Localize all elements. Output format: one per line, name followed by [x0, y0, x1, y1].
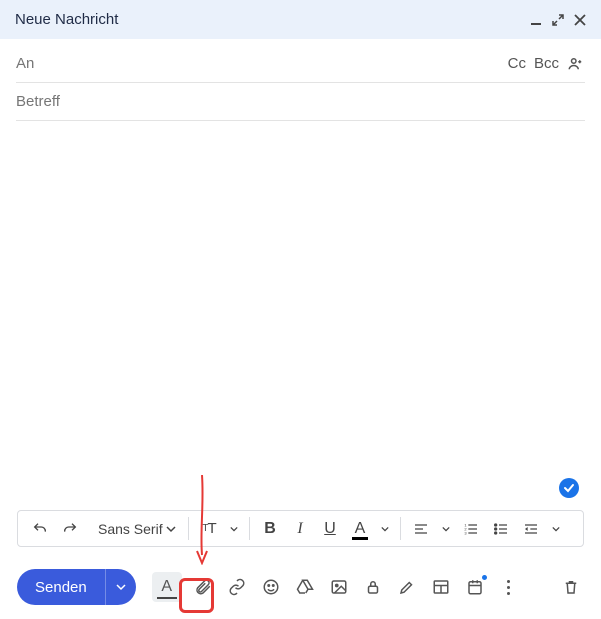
window-title: Neue Nachricht: [15, 11, 530, 28]
undo-button[interactable]: [26, 514, 54, 544]
close-icon[interactable]: [574, 14, 586, 26]
align-dropdown[interactable]: [437, 514, 455, 544]
bottom-action-bar: Senden A: [17, 567, 584, 607]
list-dropdown[interactable]: [547, 514, 565, 544]
header-fields: An Cc Bcc Betreff: [0, 39, 601, 121]
cc-toggle[interactable]: Cc: [508, 55, 526, 72]
discard-draft-icon[interactable]: [558, 574, 584, 600]
italic-button[interactable]: I: [286, 514, 314, 544]
compose-icon-row: A: [152, 572, 522, 602]
bullet-list-button[interactable]: [487, 514, 515, 544]
send-options-dropdown[interactable]: [106, 569, 136, 605]
confidential-mode-icon[interactable]: [360, 574, 386, 600]
status-check-icon[interactable]: [559, 478, 579, 498]
minimize-icon[interactable]: [530, 14, 542, 26]
insert-image-icon[interactable]: [326, 574, 352, 600]
subject-placeholder: Betreff: [16, 93, 585, 110]
formatting-toolbar: Sans Serif TT B I U A 123: [17, 510, 584, 547]
window-controls: [530, 14, 586, 26]
font-family-picker[interactable]: Sans Serif: [92, 514, 182, 544]
message-body[interactable]: [0, 121, 601, 469]
formatting-toggle-icon[interactable]: A: [152, 572, 182, 602]
insert-signature-icon[interactable]: [394, 574, 420, 600]
schedule-icon[interactable]: [462, 574, 488, 600]
expand-icon[interactable]: [552, 14, 564, 26]
insert-link-icon[interactable]: [224, 574, 250, 600]
insert-drive-icon[interactable]: [292, 574, 318, 600]
layout-icon[interactable]: [428, 574, 454, 600]
attach-file-icon[interactable]: [190, 574, 216, 600]
text-color-button[interactable]: A: [346, 514, 374, 544]
underline-button[interactable]: U: [316, 514, 344, 544]
redo-button[interactable]: [56, 514, 84, 544]
subject-field-row[interactable]: Betreff: [16, 83, 585, 121]
font-family-label: Sans Serif: [98, 521, 163, 537]
align-button[interactable]: [407, 514, 435, 544]
contacts-icon[interactable]: [567, 55, 585, 73]
font-size-button[interactable]: TT: [195, 514, 223, 544]
bcc-toggle[interactable]: Bcc: [534, 55, 559, 72]
ordered-list-button[interactable]: 123: [457, 514, 485, 544]
send-button[interactable]: Senden: [17, 569, 106, 605]
more-options-icon[interactable]: [496, 574, 522, 600]
send-split-button: Senden: [17, 569, 136, 605]
bold-button[interactable]: B: [256, 514, 284, 544]
indent-decrease-button[interactable]: [517, 514, 545, 544]
to-label: An: [16, 55, 508, 72]
svg-text:3: 3: [464, 530, 467, 535]
text-color-dropdown[interactable]: [376, 514, 394, 544]
insert-emoji-icon[interactable]: [258, 574, 284, 600]
compose-titlebar: Neue Nachricht: [0, 0, 601, 39]
font-size-dropdown[interactable]: [225, 514, 243, 544]
to-field-row[interactable]: An Cc Bcc: [16, 45, 585, 83]
